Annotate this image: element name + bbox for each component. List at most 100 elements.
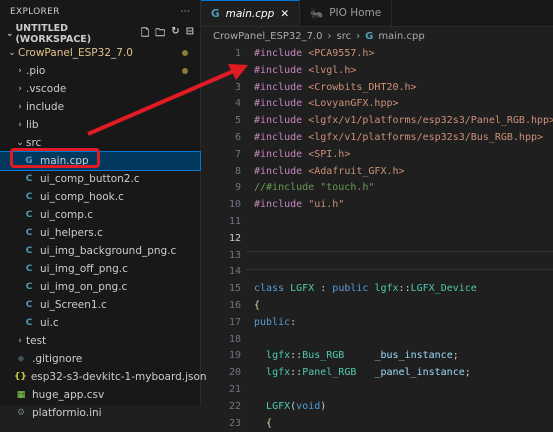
line-number: 15 — [228, 283, 241, 295]
line-number: 12 — [228, 232, 241, 244]
tree-item-label: .gitignore — [32, 353, 83, 365]
line-number: 16 — [228, 300, 241, 311]
tab-bar: G main.cpp ✕ 🐜 PIO Home — [201, 0, 553, 27]
line-number: 14 — [228, 266, 241, 278]
c-file-icon: C — [25, 264, 33, 274]
tree-folder[interactable]: › lib — [0, 116, 200, 134]
tree-item-label: ui_comp.c — [40, 209, 94, 221]
refresh-icon[interactable]: ↻ — [171, 26, 179, 43]
folder-name: CrowPanel_ESP32_7.0 — [18, 47, 133, 59]
c-file-icon: C — [25, 318, 33, 328]
cpp-file-icon: G — [365, 30, 374, 42]
breadcrumb-sub[interactable]: src — [336, 31, 351, 42]
tree-file[interactable]: ▦ huge_app.csv — [0, 386, 200, 404]
code-line[interactable]: #include <lgfx/v1/platforms/esp32s3/Bus_… — [254, 130, 543, 147]
chevron-right-icon: › — [18, 66, 22, 76]
tab-pio-home[interactable]: 🐜 PIO Home — [300, 0, 393, 26]
code-line[interactable]: #include <Crowbits_DHT20.h> — [254, 80, 417, 97]
tree-file[interactable]: ⚙ platformio.ini — [0, 404, 200, 422]
chevron-right-icon: › — [356, 30, 361, 42]
line-number: 3 — [234, 81, 241, 93]
chevron-down-icon: ⌄ — [8, 48, 16, 58]
code-line[interactable]: lgfx::Panel_RGB _panel_instance; — [254, 365, 471, 382]
tree-item-label: esp32-s3-devkitc-1-myboard.json — [30, 371, 207, 383]
line-number: 22 — [228, 400, 241, 412]
tab-main-cpp[interactable]: G main.cpp ✕ — [201, 0, 301, 26]
c-file-icon: C — [25, 174, 33, 184]
workspace-name: UNTITLED (WORKSPACE) — [15, 23, 92, 45]
line-number: 20 — [228, 367, 241, 379]
line-number: 18 — [228, 333, 241, 345]
breadcrumb-file[interactable]: main.cpp — [378, 31, 424, 42]
code-line[interactable]: lgfx::Bus_RGB _bus_instance; — [254, 348, 459, 365]
code-line[interactable]: { — [254, 298, 260, 315]
explorer-header: EXPLORER ··· — [0, 0, 200, 24]
tree-folder[interactable]: › .pio — [0, 62, 200, 80]
ellipsis-icon[interactable]: ··· — [181, 7, 190, 17]
tree-item-label: test — [26, 335, 47, 347]
current-line-highlight — [245, 251, 553, 270]
code-line[interactable]: #include "ui.h" — [254, 197, 344, 214]
tree-folder[interactable]: › include — [0, 98, 200, 116]
tree-item-label: ui.c — [40, 317, 59, 329]
tree-item-label: ui_img_off_png.c — [40, 263, 128, 275]
tree-folder[interactable]: › .vscode — [0, 80, 200, 98]
code-line[interactable]: #include <lgfx/v1/platforms/esp32s3/Pane… — [254, 113, 553, 130]
code-line[interactable]: #include <SPI.h> — [254, 147, 350, 164]
line-number: 23 — [228, 417, 241, 429]
tree-file[interactable]: Cui_helpers.c — [0, 224, 200, 242]
tree-file[interactable]: Cui_comp.c — [0, 206, 200, 224]
tree-file[interactable]: {} esp32-s3-devkitc-1-myboard.json — [0, 368, 207, 386]
json-icon: {} — [14, 372, 27, 382]
breadcrumb-folder[interactable]: CrowPanel_ESP32_7.0 — [213, 31, 322, 42]
code-line[interactable]: #include <LovyanGFX.hpp> — [254, 96, 399, 113]
line-number: 2 — [234, 64, 241, 76]
line-number: 6 — [234, 132, 241, 143]
tree-item-label: ui_img_on_png.c — [40, 281, 128, 293]
line-number: 9 — [234, 182, 241, 194]
line-number: 13 — [228, 249, 241, 261]
tree-item-label: ui_Screen1.c — [40, 299, 107, 311]
line-number: 7 — [234, 148, 241, 160]
explorer-actions: 🗋 🗀 ↻ ⊟ — [141, 26, 200, 43]
tree-item-label: ui_comp_button2.c — [40, 173, 140, 185]
modified-dot — [182, 50, 188, 56]
tree-file[interactable]: Cui_Screen1.c — [0, 296, 200, 314]
code-line[interactable]: class LGFX : public lgfx::LGFX_Device — [254, 281, 477, 298]
new-file-icon[interactable]: 🗋 — [141, 26, 149, 43]
code-line[interactable]: LGFX(void) — [254, 399, 326, 416]
tree-file[interactable]: Cui.c — [0, 314, 200, 332]
tree-file[interactable]: Cui_img_on_png.c — [0, 278, 200, 296]
tree-file[interactable]: Cui_img_background_png.c — [0, 242, 200, 260]
tree-item-label: huge_app.csv — [32, 389, 105, 401]
annotation-highlight-box — [10, 148, 100, 168]
tree-file[interactable]: Cui_img_off_png.c — [0, 260, 200, 278]
workspace-row[interactable]: ⌄ UNTITLED (WORKSPACE) 🗋 🗀 ↻ ⊟ — [0, 23, 200, 45]
settings-file-icon: ⚙ — [16, 408, 26, 418]
git-icon: ◆ — [17, 354, 25, 364]
c-file-icon: C — [25, 300, 33, 310]
tree-folder[interactable]: › test — [0, 332, 200, 350]
breadcrumb: CrowPanel_ESP32_7.0 › src › G main.cpp — [201, 27, 553, 45]
code-line[interactable]: #include <PCA9557.h> — [254, 46, 374, 63]
close-icon[interactable]: ✕ — [280, 8, 289, 20]
code-line[interactable]: #include <lvgl.h> — [254, 63, 356, 80]
tree-item-label: .pio — [26, 65, 46, 77]
tree-item-label: ui_img_background_png.c — [40, 245, 177, 257]
code-line[interactable]: { — [254, 416, 272, 432]
collapse-all-icon[interactable]: ⊟ — [186, 26, 194, 43]
chevron-right-icon: › — [18, 120, 22, 130]
tab-label: PIO Home — [329, 7, 382, 19]
code-line[interactable]: #include <Adafruit_GFX.h> — [254, 164, 405, 181]
tree-item-label: .vscode — [26, 83, 67, 95]
new-folder-icon[interactable]: 🗀 — [155, 26, 165, 43]
code-line[interactable]: //#include "touch.h" — [254, 180, 374, 197]
tree-file[interactable]: Cui_comp_hook.c — [0, 188, 200, 206]
folder-root[interactable]: ⌄ CrowPanel_ESP32_7.0 — [0, 44, 200, 62]
code-line[interactable]: public: — [254, 315, 296, 332]
tree-file[interactable]: Cui_comp_button2.c — [0, 170, 200, 188]
tree-file[interactable]: ◆ .gitignore — [0, 350, 200, 368]
tree-item-label: ui_helpers.c — [40, 227, 103, 239]
cpp-file-icon: G — [211, 7, 220, 20]
code-editor[interactable]: 1 #include <PCA9557.h> 2 #include <lvgl.h> 3… — [201, 44, 553, 429]
